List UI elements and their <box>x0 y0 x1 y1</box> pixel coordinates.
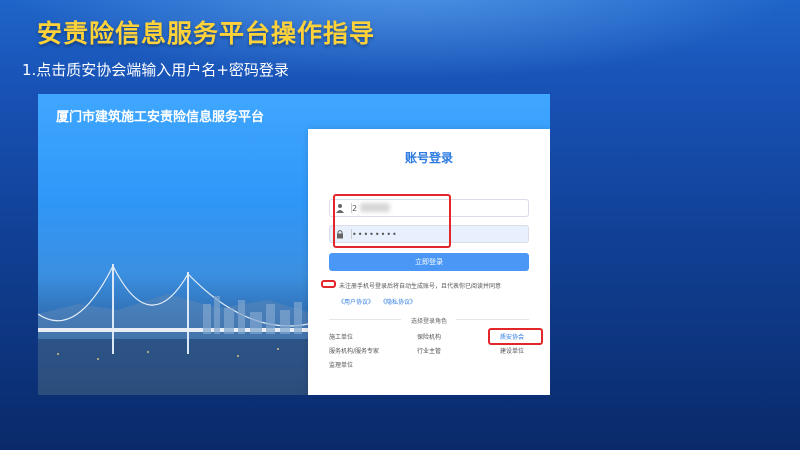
role-divider-right <box>456 319 529 320</box>
highlight-role-box <box>488 328 543 345</box>
role-insurance-institution[interactable]: 保险机构 <box>417 332 441 341</box>
role-construction-owner[interactable]: 建设单位 <box>500 346 524 355</box>
platform-screenshot: 厦门市建筑施工安责险信息服务平台 账号登录 2 •••••••• 立即登录 未注… <box>38 94 550 395</box>
role-supervision-unit[interactable]: 监理单位 <box>329 360 353 369</box>
agree-text: 未注册手机号登录后将自动生成账号，且代表你已阅读并同意 <box>339 283 502 290</box>
platform-title: 厦门市建筑施工安责险信息服务平台 <box>56 110 265 125</box>
role-construction-unit[interactable]: 施工单位 <box>329 332 353 341</box>
agree-checkbox[interactable] <box>321 280 336 288</box>
slide-title: 安责险信息服务平台操作指导 <box>37 19 376 48</box>
login-button[interactable]: 立即登录 <box>329 253 529 271</box>
login-card: 账号登录 立即登录 未注册手机号登录后将自动生成账号，且代表你已阅读并同意 《用… <box>308 129 550 395</box>
agreements-links: 《用户协议》 《隐私协议》 <box>338 297 420 306</box>
role-industry-authority[interactable]: 行业主管 <box>417 346 441 355</box>
login-card-title: 账号登录 <box>404 151 453 165</box>
highlight-credentials-box <box>333 194 451 248</box>
privacy-agreement-link[interactable]: 《隐私协议》 <box>380 299 416 306</box>
role-heading: 选择登录角色 <box>410 318 447 325</box>
role-service-agency[interactable]: 服务机构/服务专家 <box>329 346 379 355</box>
user-agreement-link[interactable]: 《用户协议》 <box>338 299 374 306</box>
slide-step-instruction: 1.点击质安协会端输入用户名+密码登录 <box>22 61 289 79</box>
